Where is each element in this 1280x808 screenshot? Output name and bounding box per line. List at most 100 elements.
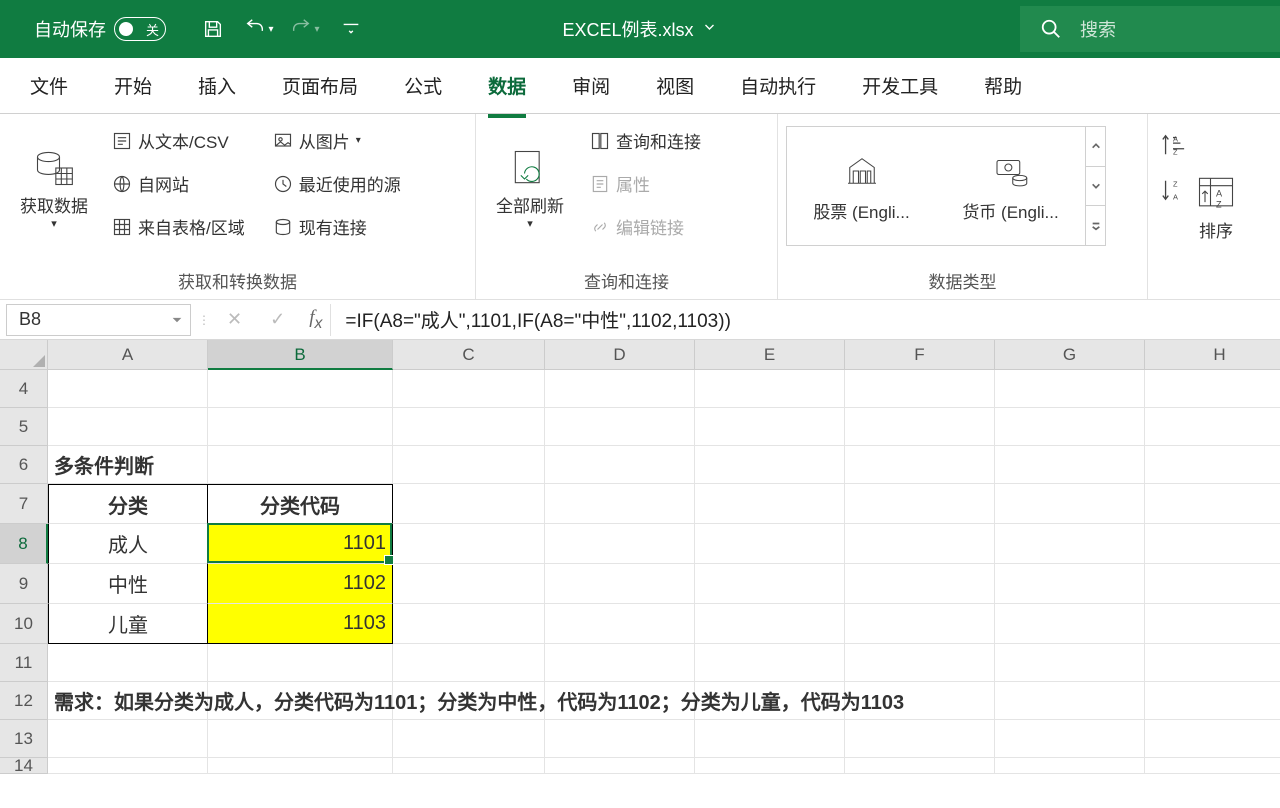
redo-button[interactable]: ▾ bbox=[288, 12, 322, 46]
tab-插入[interactable]: 插入 bbox=[178, 66, 256, 105]
tab-开始[interactable]: 开始 bbox=[94, 66, 172, 105]
filename-dropdown[interactable] bbox=[702, 19, 718, 40]
cell-G6[interactable] bbox=[995, 446, 1145, 484]
cell-D9[interactable] bbox=[545, 564, 695, 604]
cell-C4[interactable] bbox=[393, 370, 545, 408]
cell-B8[interactable]: 1101 bbox=[208, 524, 393, 564]
cell-F9[interactable] bbox=[845, 564, 995, 604]
cell-C5[interactable] bbox=[393, 408, 545, 446]
cell-A10[interactable]: 儿童 bbox=[48, 604, 208, 644]
cell-B5[interactable] bbox=[208, 408, 393, 446]
cell-B9[interactable]: 1102 bbox=[208, 564, 393, 604]
cell-H4[interactable] bbox=[1145, 370, 1280, 408]
row-header-4[interactable]: 4 bbox=[0, 370, 48, 408]
cell-H11[interactable] bbox=[1145, 644, 1280, 682]
cell-A4[interactable] bbox=[48, 370, 208, 408]
cell-F14[interactable] bbox=[845, 758, 995, 774]
cell-E5[interactable] bbox=[695, 408, 845, 446]
col-header-H[interactable]: H bbox=[1145, 340, 1280, 370]
cell-A12[interactable]: 需求：如果分类为成人，分类代码为1101；分类为中性，代码为1102；分类为儿童… bbox=[48, 682, 208, 720]
undo-button[interactable]: ▾ bbox=[242, 12, 276, 46]
cell-H6[interactable] bbox=[1145, 446, 1280, 484]
col-header-D[interactable]: D bbox=[545, 340, 695, 370]
cell-H5[interactable] bbox=[1145, 408, 1280, 446]
autosave-toggle[interactable]: 自动保存 关 bbox=[34, 16, 174, 42]
cell-A13[interactable] bbox=[48, 720, 208, 758]
cell-G11[interactable] bbox=[995, 644, 1145, 682]
cell-B7[interactable]: 分类代码 bbox=[208, 484, 393, 524]
sort-asc-button[interactable]: AZ bbox=[1160, 132, 1186, 161]
row-header-12[interactable]: 12 bbox=[0, 682, 48, 720]
cell-H10[interactable] bbox=[1145, 604, 1280, 644]
cell-A6[interactable]: 多条件判断 bbox=[48, 446, 208, 484]
recent-sources-button[interactable]: 最近使用的源 bbox=[265, 165, 409, 202]
name-box[interactable]: B8 bbox=[6, 304, 191, 336]
tab-页面布局[interactable]: 页面布局 bbox=[262, 66, 378, 105]
row-header-5[interactable]: 5 bbox=[0, 408, 48, 446]
col-header-F[interactable]: F bbox=[845, 340, 995, 370]
cell-E9[interactable] bbox=[695, 564, 845, 604]
col-header-G[interactable]: G bbox=[995, 340, 1145, 370]
cell-E13[interactable] bbox=[695, 720, 845, 758]
cell-B4[interactable] bbox=[208, 370, 393, 408]
cell-H12[interactable] bbox=[1145, 682, 1280, 720]
tab-开发工具[interactable]: 开发工具 bbox=[842, 66, 958, 105]
tab-自动执行[interactable]: 自动执行 bbox=[720, 66, 836, 105]
cell-F7[interactable] bbox=[845, 484, 995, 524]
gallery-up[interactable] bbox=[1086, 127, 1105, 167]
cell-D11[interactable] bbox=[545, 644, 695, 682]
cell-G12[interactable] bbox=[995, 682, 1145, 720]
cell-G8[interactable] bbox=[995, 524, 1145, 564]
cell-B13[interactable] bbox=[208, 720, 393, 758]
tab-帮助[interactable]: 帮助 bbox=[964, 66, 1042, 105]
cell-D8[interactable] bbox=[545, 524, 695, 564]
select-all-corner[interactable] bbox=[0, 340, 48, 370]
col-header-B[interactable]: B bbox=[208, 340, 393, 370]
cell-A11[interactable] bbox=[48, 644, 208, 682]
from-web-button[interactable]: 自网站 bbox=[104, 165, 253, 202]
row-header-11[interactable]: 11 bbox=[0, 644, 48, 682]
cell-A8[interactable]: 成人 bbox=[48, 524, 208, 564]
save-button[interactable] bbox=[196, 12, 230, 46]
cell-B10[interactable]: 1103 bbox=[208, 604, 393, 644]
cell-G4[interactable] bbox=[995, 370, 1145, 408]
cell-F4[interactable] bbox=[845, 370, 995, 408]
col-header-E[interactable]: E bbox=[695, 340, 845, 370]
search-box[interactable]: 搜索 bbox=[1020, 6, 1280, 52]
cell-D13[interactable] bbox=[545, 720, 695, 758]
cell-E6[interactable] bbox=[695, 446, 845, 484]
toggle-switch[interactable]: 关 bbox=[114, 17, 166, 41]
fx-button[interactable]: fx bbox=[301, 307, 330, 333]
cell-F13[interactable] bbox=[845, 720, 995, 758]
cell-C8[interactable] bbox=[393, 524, 545, 564]
cell-C10[interactable] bbox=[393, 604, 545, 644]
cell-E10[interactable] bbox=[695, 604, 845, 644]
row-header-13[interactable]: 13 bbox=[0, 720, 48, 758]
cell-A7[interactable]: 分类 bbox=[48, 484, 208, 524]
row-header-14[interactable]: 14 bbox=[0, 758, 48, 774]
cell-E4[interactable] bbox=[695, 370, 845, 408]
queries-connections-button[interactable]: 查询和连接 bbox=[582, 122, 709, 159]
cell-G14[interactable] bbox=[995, 758, 1145, 774]
cell-A14[interactable] bbox=[48, 758, 208, 774]
cell-A5[interactable] bbox=[48, 408, 208, 446]
refresh-all-button[interactable]: 全部刷新 ▾ bbox=[484, 122, 576, 254]
cell-G5[interactable] bbox=[995, 408, 1145, 446]
qat-customize[interactable] bbox=[334, 12, 368, 46]
cell-E14[interactable] bbox=[695, 758, 845, 774]
namebox-dropdown[interactable] bbox=[172, 309, 182, 330]
cell-C6[interactable] bbox=[393, 446, 545, 484]
cell-B11[interactable] bbox=[208, 644, 393, 682]
col-header-A[interactable]: A bbox=[48, 340, 208, 370]
existing-connections-button[interactable]: 现有连接 bbox=[265, 208, 409, 245]
from-text-button[interactable]: 从文本/CSV bbox=[104, 122, 253, 159]
cell-F11[interactable] bbox=[845, 644, 995, 682]
cell-E8[interactable] bbox=[695, 524, 845, 564]
cell-E7[interactable] bbox=[695, 484, 845, 524]
cell-G9[interactable] bbox=[995, 564, 1145, 604]
tab-文件[interactable]: 文件 bbox=[10, 66, 88, 105]
from-picture-button[interactable]: 从图片 ▾ bbox=[265, 122, 409, 159]
gallery-more[interactable] bbox=[1086, 206, 1105, 245]
cell-H9[interactable] bbox=[1145, 564, 1280, 604]
row-header-10[interactable]: 10 bbox=[0, 604, 48, 644]
